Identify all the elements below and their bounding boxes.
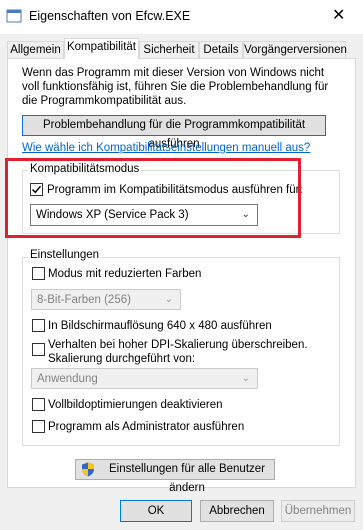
settings-group-label: Einstellungen bbox=[28, 249, 102, 261]
tab-sicherheit[interactable]: Sicherheit bbox=[139, 41, 199, 58]
resolution-640-label: In Bildschirmauflösung 640 x 480 ausführ… bbox=[48, 320, 272, 332]
reduced-color-label: Modus mit reduzierten Farben bbox=[48, 268, 202, 280]
color-depth-select: 8-Bit-Farben (256) ⌄ bbox=[31, 289, 181, 310]
dpi-scaling-value: Anwendung bbox=[37, 373, 98, 385]
color-depth-value: 8-Bit-Farben (256) bbox=[37, 294, 131, 306]
manual-settings-link[interactable]: Wie wähle ich Kompatibilitätseinstellung… bbox=[22, 142, 310, 154]
cancel-button[interactable]: Abbrechen bbox=[200, 500, 274, 522]
tab-vorgaengerversionen[interactable]: Vorgängerversionen bbox=[243, 41, 347, 58]
tab-details[interactable]: Details bbox=[199, 41, 243, 58]
dpi-override-label: Verhalten bei hoher DPI-Skalierung übers… bbox=[48, 339, 308, 365]
run-as-admin-checkbox[interactable] bbox=[32, 420, 45, 433]
shield-icon bbox=[82, 462, 94, 477]
troubleshoot-button[interactable]: Problembehandlung für die Programmkompat… bbox=[22, 115, 326, 150]
dpi-scaling-select: Anwendung ⌄ bbox=[31, 368, 258, 389]
close-icon[interactable]: ✕ bbox=[332, 7, 345, 25]
reduced-color-checkbox[interactable] bbox=[32, 267, 45, 280]
chevron-down-icon: ⌄ bbox=[241, 373, 250, 384]
highlight-box bbox=[5, 158, 301, 238]
tab-kompatibilitaet[interactable]: Kompatibilität bbox=[64, 38, 139, 59]
app-icon bbox=[6, 8, 22, 24]
fullscreen-optimizations-checkbox[interactable] bbox=[32, 398, 45, 411]
chevron-down-icon: ⌄ bbox=[164, 294, 173, 305]
run-as-admin-label: Programm als Administrator ausführen bbox=[48, 421, 245, 433]
intro-text: Wenn das Programm mit dieser Version von… bbox=[22, 67, 329, 107]
ok-button[interactable]: OK bbox=[120, 500, 192, 522]
all-users-settings-label: Einstellungen für alle Benutzer ändern bbox=[109, 463, 265, 494]
apply-button[interactable]: Übernehmen bbox=[281, 500, 355, 522]
tab-allgemein[interactable]: Allgemein bbox=[7, 41, 64, 58]
window-title: Eigenschaften von Efcw.EXE bbox=[29, 9, 191, 23]
fullscreen-optimizations-label: Vollbildoptimierungen deaktivieren bbox=[48, 399, 223, 411]
resolution-640-checkbox[interactable] bbox=[32, 319, 45, 332]
all-users-settings-button[interactable]: Einstellungen für alle Benutzer ändern bbox=[75, 459, 275, 494]
dpi-override-checkbox[interactable] bbox=[32, 343, 45, 356]
